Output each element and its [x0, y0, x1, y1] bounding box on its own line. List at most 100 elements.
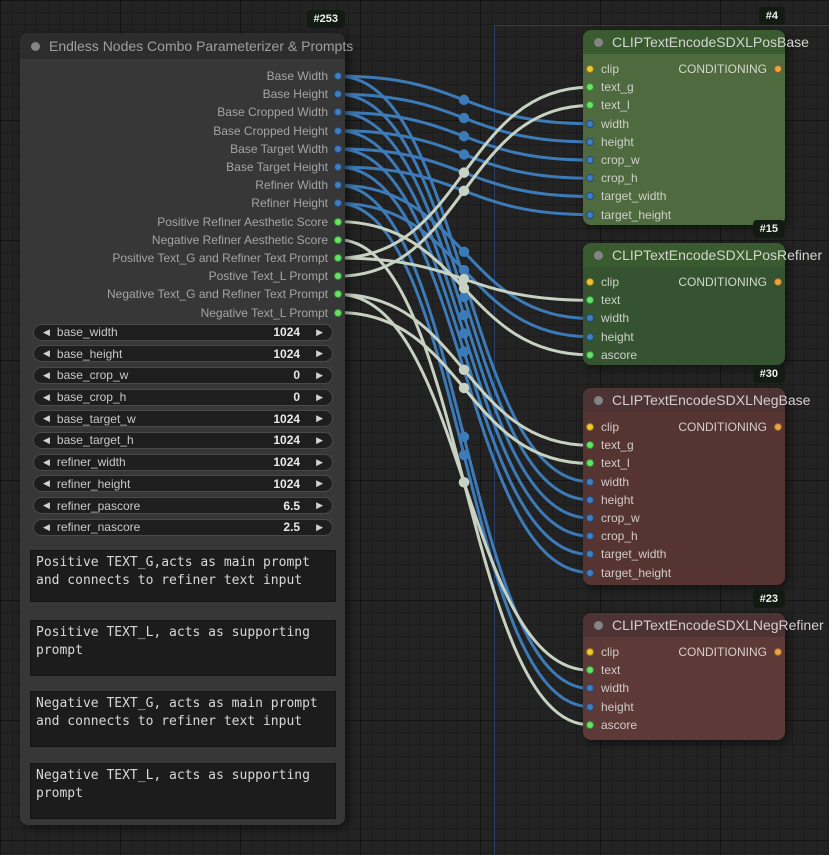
decrement-icon[interactable]: ◀ [43, 349, 50, 358]
node-clip-neg-base[interactable]: #30 CLIPTextEncodeSDXLNegBase CONDITIONI… [583, 388, 785, 585]
increment-icon[interactable]: ▶ [316, 501, 323, 510]
input-port-icon[interactable] [586, 550, 594, 558]
widget-value[interactable]: 1024 [273, 455, 300, 469]
input-port-icon[interactable] [586, 423, 594, 431]
output-port-icon[interactable] [334, 199, 342, 207]
decrement-icon[interactable]: ◀ [43, 393, 50, 402]
node-header[interactable]: Endless Nodes Combo Parameterizer & Prom… [20, 33, 345, 59]
widget-value[interactable]: 6.5 [283, 499, 300, 513]
input-port-icon[interactable] [586, 441, 594, 449]
input-port-icon[interactable] [586, 101, 594, 109]
input-port-icon[interactable] [586, 296, 594, 304]
input-port-icon[interactable] [586, 83, 594, 91]
input-port-icon[interactable] [586, 314, 594, 322]
input-port-icon[interactable] [586, 666, 594, 674]
output-port-icon[interactable] [334, 236, 342, 244]
input-port-icon[interactable] [586, 192, 594, 200]
node-combo-parameterizer[interactable]: #253 Endless Nodes Combo Parameterizer &… [20, 33, 345, 825]
increment-icon[interactable]: ▶ [316, 479, 323, 488]
decrement-icon[interactable]: ◀ [43, 414, 50, 423]
textarea-negative-text-g[interactable]: Negative TEXT_G, acts as main prompt and… [30, 691, 336, 747]
increment-icon[interactable]: ▶ [316, 393, 323, 402]
increment-icon[interactable]: ▶ [316, 458, 323, 467]
output-port-icon[interactable] [334, 108, 342, 116]
input-port-icon[interactable] [586, 478, 594, 486]
input-port-icon[interactable] [586, 174, 594, 182]
input-port-icon[interactable] [586, 721, 594, 729]
input-port-icon[interactable] [586, 211, 594, 219]
output-port-icon[interactable] [334, 309, 342, 317]
input-port-icon[interactable] [586, 138, 594, 146]
decrement-icon[interactable]: ◀ [43, 523, 50, 532]
output-port-icon[interactable] [334, 272, 342, 280]
output-port-icon[interactable] [334, 290, 342, 298]
widget-value[interactable]: 1024 [273, 347, 300, 361]
decrement-icon[interactable]: ◀ [43, 371, 50, 380]
input-port-icon[interactable] [586, 684, 594, 692]
widget-base-height[interactable]: ◀base_height1024▶ [33, 345, 333, 362]
node-header[interactable]: CLIPTextEncodeSDXLPosRefiner [583, 243, 785, 267]
input-port-icon[interactable] [586, 65, 594, 73]
widget-value[interactable]: 1024 [273, 477, 300, 491]
increment-icon[interactable]: ▶ [316, 436, 323, 445]
widget-refiner-nascore[interactable]: ◀refiner_nascore2.5▶ [33, 519, 333, 536]
input-port-icon[interactable] [586, 156, 594, 164]
widget-refiner-width[interactable]: ◀refiner_width1024▶ [33, 454, 333, 471]
output-port-icon[interactable] [334, 218, 342, 226]
collapse-dot-icon[interactable] [594, 251, 603, 260]
textarea-positive-text-l[interactable]: Positive TEXT_L, acts as supporting prom… [30, 620, 336, 676]
textarea-negative-text-l[interactable]: Negative TEXT_L, acts as supporting prom… [30, 763, 336, 819]
input-port-icon[interactable] [586, 496, 594, 504]
input-port-icon[interactable] [586, 120, 594, 128]
widget-value[interactable]: 0 [293, 368, 300, 382]
input-port-icon[interactable] [586, 278, 594, 286]
widget-refiner-pascore[interactable]: ◀refiner_pascore6.5▶ [33, 497, 333, 514]
output-port-icon[interactable] [334, 181, 342, 189]
input-port-icon[interactable] [586, 514, 594, 522]
input-port-icon[interactable] [586, 351, 594, 359]
decrement-icon[interactable]: ◀ [43, 458, 50, 467]
widget-base-target-w[interactable]: ◀base_target_w1024▶ [33, 410, 333, 427]
input-port-icon[interactable] [586, 333, 594, 341]
collapse-dot-icon[interactable] [594, 396, 603, 405]
decrement-icon[interactable]: ◀ [43, 436, 50, 445]
node-clip-pos-refiner[interactable]: #15 CLIPTextEncodeSDXLPosRefiner CONDITI… [583, 243, 785, 365]
widget-value[interactable]: 0 [293, 390, 300, 404]
output-port-icon[interactable] [334, 90, 342, 98]
widget-value[interactable]: 1024 [273, 412, 300, 426]
input-port-icon[interactable] [586, 703, 594, 711]
decrement-icon[interactable]: ◀ [43, 479, 50, 488]
widget-value[interactable]: 1024 [273, 325, 300, 339]
collapse-dot-icon[interactable] [594, 621, 603, 630]
output-port-icon[interactable] [334, 163, 342, 171]
output-port-icon[interactable] [334, 145, 342, 153]
collapse-dot-icon[interactable] [594, 38, 603, 47]
widget-base-crop-h[interactable]: ◀base_crop_h0▶ [33, 389, 333, 406]
input-port-icon[interactable] [586, 648, 594, 656]
increment-icon[interactable]: ▶ [316, 371, 323, 380]
node-header[interactable]: CLIPTextEncodeSDXLNegRefiner [583, 613, 785, 637]
output-port-icon[interactable] [334, 72, 342, 80]
output-port-icon[interactable] [334, 127, 342, 135]
widget-value[interactable]: 1024 [273, 433, 300, 447]
collapse-dot-icon[interactable] [31, 42, 40, 51]
widget-refiner-height[interactable]: ◀refiner_height1024▶ [33, 475, 333, 492]
increment-icon[interactable]: ▶ [316, 328, 323, 337]
decrement-icon[interactable]: ◀ [43, 328, 50, 337]
input-port-icon[interactable] [586, 569, 594, 577]
widget-base-target-h[interactable]: ◀base_target_h1024▶ [33, 432, 333, 449]
input-port-icon[interactable] [586, 459, 594, 467]
node-header[interactable]: CLIPTextEncodeSDXLNegBase [583, 388, 785, 412]
input-port-icon[interactable] [586, 532, 594, 540]
node-header[interactable]: CLIPTextEncodeSDXLPosBase [583, 30, 785, 54]
increment-icon[interactable]: ▶ [316, 414, 323, 423]
node-clip-neg-refiner[interactable]: #23 CLIPTextEncodeSDXLNegRefiner CONDITI… [583, 613, 785, 740]
decrement-icon[interactable]: ◀ [43, 501, 50, 510]
widget-base-width[interactable]: ◀base_width1024▶ [33, 324, 333, 341]
widget-base-crop-w[interactable]: ◀base_crop_w0▶ [33, 367, 333, 384]
output-port-icon[interactable] [334, 254, 342, 262]
node-clip-pos-base[interactable]: #4 CLIPTextEncodeSDXLPosBase CONDITIONIN… [583, 30, 785, 225]
textarea-positive-text-g[interactable]: Positive TEXT_G,acts as main prompt and … [30, 550, 336, 602]
increment-icon[interactable]: ▶ [316, 349, 323, 358]
widget-value[interactable]: 2.5 [283, 520, 300, 534]
